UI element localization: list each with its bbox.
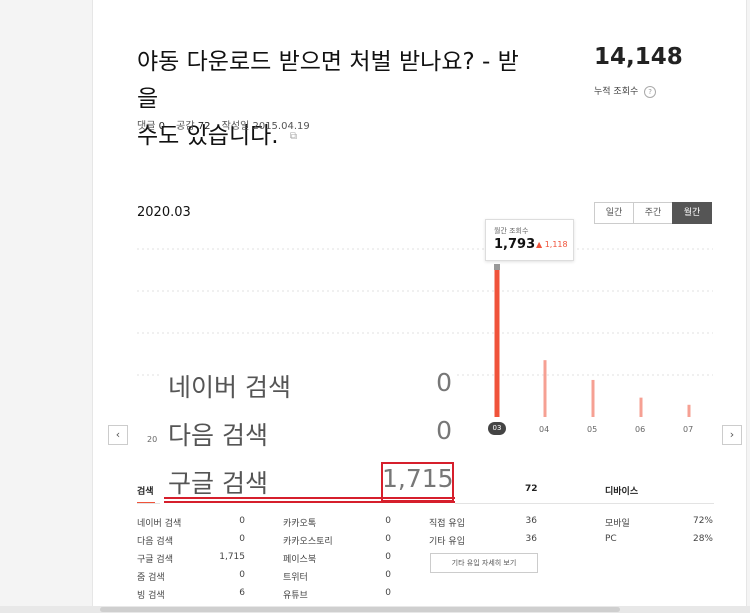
chart-gridlines (137, 248, 713, 376)
table-row-value: 0 (385, 534, 391, 544)
external-link-icon[interactable]: ⧉ (290, 131, 297, 142)
x-tick-label[interactable]: 07 (683, 425, 693, 434)
comments-count: 0 (158, 121, 165, 132)
overlay-label: 구글 검색 (168, 469, 268, 498)
chart-bar-marker (494, 264, 500, 270)
table-row-value: 6 (239, 588, 245, 598)
highlight-underline (164, 497, 455, 499)
chart-tooltip: 월간 조회수 1,793 ▲ 1,118 (485, 219, 574, 261)
post-title-line1: 야동 다운로드 받으면 처벌 받나요? - 받을 (137, 49, 519, 112)
zoomed-search-overlay: 네이버 검색 0 다음 검색 0 구글 검색 1,715 (160, 360, 455, 508)
tooltip-delta: ▲ 1,118 (536, 240, 568, 249)
likes-label: 공감 (176, 121, 195, 132)
table-row-label: 트위터 (283, 573, 308, 583)
chart-bar[interactable] (639, 397, 643, 417)
stats-card: 야동 다운로드 받으면 처벌 받나요? - 받을 수도 있습니다. ⧉ 댓글 0… (92, 0, 747, 613)
tooltip-value: 1,793 (494, 237, 536, 252)
period-toggle: 일간 주간 월간 (594, 202, 712, 224)
x-tick-label[interactable]: 06 (635, 425, 645, 434)
tab-device[interactable]: 디바이스 (605, 484, 638, 497)
total-views-label: 누적 조회수 ? (594, 84, 657, 98)
scrollbar-thumb[interactable] (100, 607, 620, 612)
table-row-value: 0 (385, 516, 391, 526)
table-row-value: 0 (385, 570, 391, 580)
table-row-label: 페이스북 (283, 555, 317, 565)
table-row-value: 0 (385, 588, 391, 598)
chevron-right-icon: › (729, 428, 735, 441)
overlay-label: 다음 검색 (168, 421, 268, 450)
table-row-value: 36 (525, 534, 537, 544)
overlay-label: 네이버 검색 (168, 373, 291, 402)
chart-bar[interactable] (591, 379, 595, 417)
table-row-label: 구글 검색 (137, 555, 173, 565)
table-row-label: 카카오스토리 (283, 537, 333, 547)
chart-bar[interactable] (494, 266, 500, 417)
x-tick-label-selected[interactable]: 03 (488, 422, 506, 435)
highlight-underline (164, 501, 455, 503)
table-row-label: 유튜브 (283, 591, 308, 601)
comments-label: 댓글 (137, 121, 156, 132)
table-row-label: PC (605, 534, 617, 544)
table-row-label: 직접 유입 (429, 519, 465, 529)
tab-count: 72 (525, 484, 538, 494)
total-views-label-text: 누적 조회수 (594, 87, 639, 97)
toggle-daily[interactable]: 일간 (594, 202, 634, 224)
table-row-label: 다음 검색 (137, 537, 173, 547)
help-icon[interactable]: ? (644, 85, 657, 98)
period-label: 2020.03 (137, 205, 191, 220)
x-tick-label[interactable]: 05 (587, 425, 597, 434)
chart-bars (494, 264, 691, 417)
tooltip-label: 월간 조회수 (494, 227, 529, 235)
table-row-value: 0 (239, 534, 245, 544)
highlight-box (381, 462, 454, 502)
table-row-value: 0 (239, 570, 245, 580)
table-row-value: 0 (385, 552, 391, 562)
x-tick-label[interactable]: 04 (539, 425, 549, 434)
post-date: 2015.04.19 (252, 121, 310, 132)
table-row-value: 1,715 (219, 552, 245, 562)
other-inflow-detail-button[interactable]: 기타 유입 자세히 보기 (430, 553, 538, 573)
total-views: 14,148 (594, 44, 683, 70)
table-row-value: 28% (692, 534, 713, 544)
table-row-value: 36 (525, 516, 537, 526)
chart-bar[interactable] (543, 360, 547, 417)
chart-next-button[interactable]: › (722, 425, 742, 445)
toggle-monthly[interactable]: 월간 (672, 202, 712, 224)
chevron-left-icon: ‹ (115, 428, 121, 441)
table-row-label: 빙 검색 (137, 591, 165, 601)
tab-search[interactable]: 검색 (137, 484, 154, 497)
table-row-label: 기타 유입 (429, 537, 465, 547)
post-title: 야동 다운로드 받으면 처벌 받나요? - 받을 수도 있습니다. ⧉ (137, 44, 537, 155)
table-row-label: 네이버 검색 (137, 519, 182, 529)
table-row-label: 모바일 (605, 519, 630, 529)
table-row-value: 72% (692, 516, 713, 526)
chart-prev-button[interactable]: ‹ (108, 425, 128, 445)
overlay-value: 0 (436, 416, 452, 445)
table-row-label: 줌 검색 (137, 573, 165, 583)
toggle-weekly[interactable]: 주간 (633, 202, 673, 224)
table-row-value: 0 (239, 516, 245, 526)
date-label: 작성일 (221, 121, 250, 132)
x-tick-label-partial: 20 (147, 435, 158, 444)
table-row-label: 카카오톡 (283, 519, 317, 529)
post-meta: 댓글 0 공감 72 작성일 2015.04.19 (137, 117, 310, 132)
overlay-value: 0 (436, 368, 452, 397)
likes-count: 72 (197, 121, 211, 132)
chart-bar[interactable] (687, 404, 691, 417)
